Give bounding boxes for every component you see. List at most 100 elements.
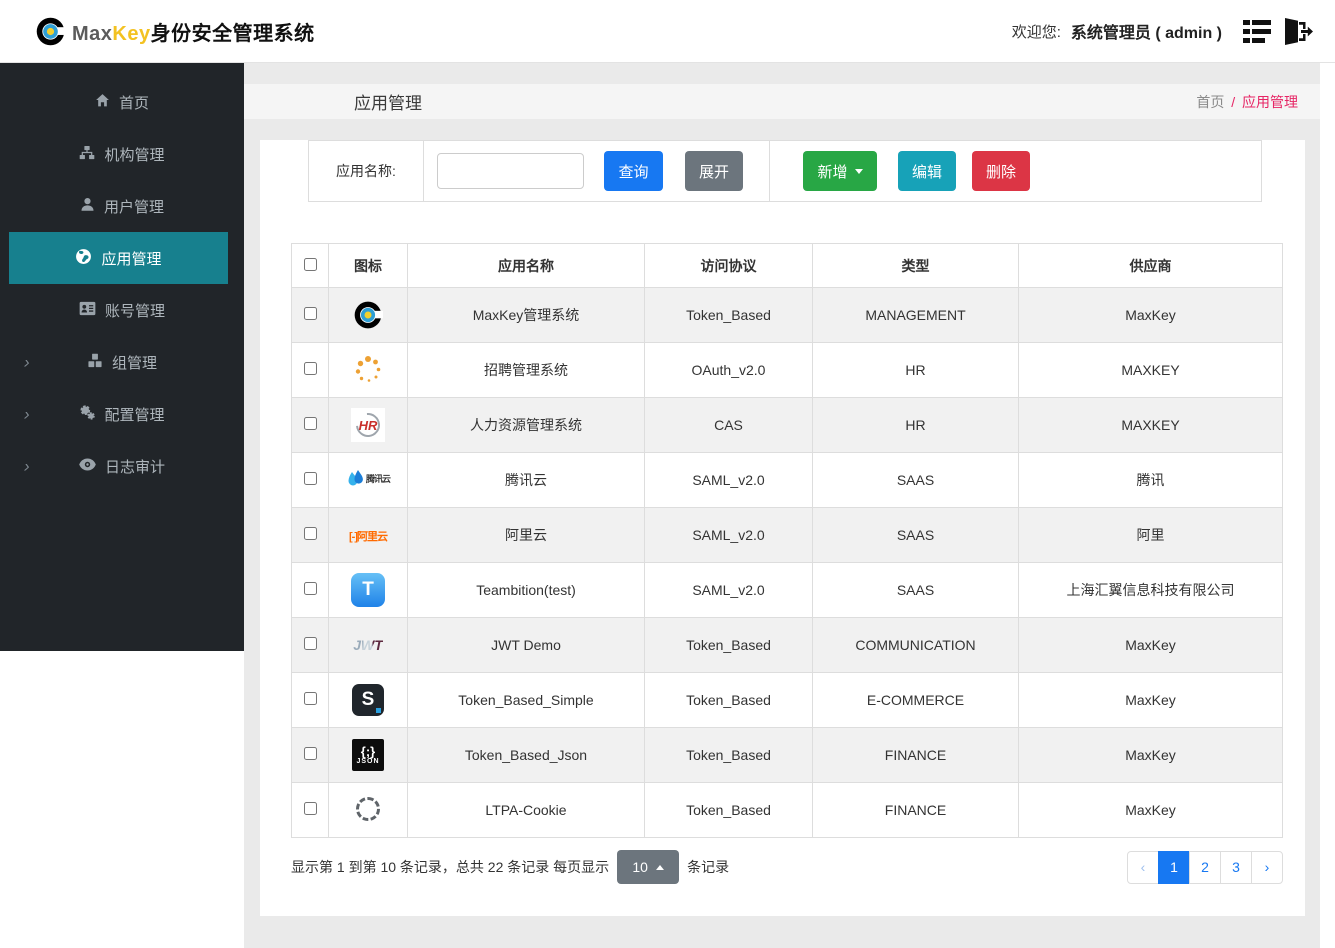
row-checkbox[interactable] (303, 472, 317, 485)
recruit-spinner-icon (352, 354, 384, 386)
ltpa-crosshair-icon (356, 796, 380, 821)
chevron-right-icon (24, 458, 30, 475)
apps-table: 图标 应用名称 访问协议 类型 供应商 MaxKey管理系统 Token_Bas… (291, 243, 1283, 838)
app-name-cell: MaxKey管理系统 (407, 287, 645, 343)
caret-up-icon (655, 864, 664, 870)
page-button-2[interactable]: 2 (1189, 850, 1221, 884)
edit-button[interactable]: 编辑 (898, 151, 956, 191)
current-user-name: 系统管理员 ( admin ) (1070, 25, 1222, 42)
protocol-cell: Token_Based (644, 727, 813, 783)
vendor-cell: MaxKey (1018, 287, 1283, 343)
sidebar-item-groups[interactable]: 组管理 (0, 336, 244, 388)
breadcrumb-separator: / (1231, 93, 1236, 110)
row-checkbox[interactable] (303, 307, 317, 320)
cubes-icon (87, 353, 103, 372)
table-row[interactable]: MaxKey管理系统 Token_Based MANAGEMENT MaxKey (291, 287, 1283, 343)
page-button-3[interactable]: 3 (1220, 850, 1252, 884)
sitemap-icon (79, 145, 95, 164)
sidebar-item-apps[interactable]: 应用管理 (9, 232, 228, 284)
app-name-cell: 招聘管理系统 (407, 342, 645, 398)
expand-button[interactable]: 展开 (685, 151, 743, 191)
breadcrumb-home-link[interactable]: 首页 (1196, 94, 1224, 110)
vendor-cell: MaxKey (1018, 782, 1283, 838)
pagination-summary: 显示第 1 到第 10 条记录，总共 22 条记录 每页显示 (291, 859, 610, 875)
table-row[interactable]: S Token_Based_Simple Token_Based E-COMME… (291, 672, 1283, 728)
type-cell: FINANCE (812, 727, 1019, 783)
table-header-row: 图标 应用名称 访问协议 类型 供应商 (291, 243, 1283, 288)
select-all-cell (291, 243, 329, 288)
next-page-button[interactable]: › (1251, 850, 1283, 884)
protocol-cell: Token_Based (644, 782, 813, 838)
type-cell: E-COMMERCE (812, 672, 1019, 728)
sidebar-item-accounts[interactable]: 账号管理 (0, 284, 244, 336)
prev-page-button[interactable]: ‹ (1127, 850, 1159, 884)
gears-icon (79, 404, 96, 424)
vendor-cell: 腾讯 (1018, 452, 1283, 508)
query-button[interactable]: 查询 (604, 151, 663, 191)
page-button-1[interactable]: 1 (1158, 850, 1190, 884)
tencent-cloud-logo-icon: 腾讯云 (346, 469, 391, 489)
delete-button[interactable]: 删除 (972, 151, 1030, 191)
brand-logo[interactable]: MaxKey身份安全管理系统 (35, 16, 315, 47)
table-row[interactable]: {;} JSON Token_Based_Json Token_Based FIN… (291, 727, 1283, 783)
app-name-cell: LTPA-Cookie (407, 782, 645, 838)
protocol-cell: SAML_v2.0 (644, 562, 813, 618)
sidebar-item-org[interactable]: 机构管理 (0, 128, 244, 180)
list-icon[interactable] (1242, 18, 1272, 45)
column-header-vendor: 供应商 (1018, 243, 1283, 288)
protocol-cell: SAML_v2.0 (644, 452, 813, 508)
type-cell: MANAGEMENT (812, 287, 1019, 343)
page-size-dropdown[interactable]: 10 (617, 850, 680, 884)
table-row[interactable]: 腾讯云 腾讯云 SAML_v2.0 SAAS 腾讯 (291, 452, 1283, 508)
select-all-checkbox[interactable] (303, 257, 317, 271)
welcome-label: 欢迎您: (1011, 23, 1061, 41)
add-button[interactable]: 新增 (803, 151, 877, 191)
row-checkbox[interactable] (303, 637, 317, 650)
vendor-cell: 阿里 (1018, 507, 1283, 563)
app-name-input[interactable] (437, 153, 584, 189)
protocol-cell: Token_Based (644, 672, 813, 728)
row-checkbox[interactable] (303, 582, 317, 595)
vendor-cell: MaxKey (1018, 617, 1283, 673)
maxkey-logo-icon (35, 16, 66, 47)
table-row[interactable]: JWT JWT Demo Token_Based COMMUNICATION M… (291, 617, 1283, 673)
type-cell: HR (812, 342, 1019, 398)
pagination-controls: ‹ 1 2 3 › (1127, 850, 1283, 884)
maxkey-admin-page: MaxKey身份安全管理系统 欢迎您: 系统管理员 ( admin ) 首页 机… (0, 0, 1335, 948)
type-cell: SAAS (812, 562, 1019, 618)
app-name-cell: 人力资源管理系统 (407, 397, 645, 453)
logout-icon[interactable] (1282, 17, 1313, 46)
pagination-bar: 显示第 1 到第 10 条记录，总共 22 条记录 每页显示 10 条记录 ‹ … (291, 850, 1283, 884)
breadcrumb: 首页 / 应用管理 (1196, 92, 1298, 112)
type-cell: SAAS (812, 507, 1019, 563)
table-row[interactable]: HR 人力资源管理系统 CAS HR MAXKEY (291, 397, 1283, 453)
sidebar-item-audit[interactable]: 日志审计 (0, 440, 244, 492)
table-row[interactable]: [-]阿里云 阿里云 SAML_v2.0 SAAS 阿里 (291, 507, 1283, 563)
column-header-name: 应用名称 (407, 243, 645, 288)
vendor-cell: MaxKey (1018, 727, 1283, 783)
table-row[interactable]: T Teambition(test) SAML_v2.0 SAAS 上海汇翼信息… (291, 562, 1283, 618)
row-checkbox[interactable] (303, 692, 317, 705)
page-header: 应用管理 首页 / 应用管理 (244, 84, 1320, 119)
chevron-right-icon (24, 406, 30, 423)
sidebar-menu: 首页 机构管理 用户管理 应用管理 账号管理 › 组管理 › 配置管理 › 日志… (0, 63, 244, 651)
sidebar-item-users[interactable]: 用户管理 (0, 180, 244, 232)
row-checkbox[interactable] (303, 417, 317, 430)
json-logo-icon: {;} JSON (352, 739, 384, 771)
row-checkbox[interactable] (303, 747, 317, 760)
protocol-cell: SAML_v2.0 (644, 507, 813, 563)
eye-icon (79, 458, 96, 475)
row-checkbox[interactable] (303, 527, 317, 540)
type-cell: SAAS (812, 452, 1019, 508)
table-row[interactable]: LTPA-Cookie Token_Based FINANCE MaxKey (291, 782, 1283, 838)
table-row[interactable]: 招聘管理系统 OAuth_v2.0 HR MAXKEY (291, 342, 1283, 398)
row-checkbox[interactable] (303, 362, 317, 375)
toolbar-divider (769, 141, 770, 201)
sidebar-item-home[interactable]: 首页 (0, 76, 244, 128)
column-header-icon: 图标 (328, 243, 408, 288)
sidebar-item-config[interactable]: 配置管理 (0, 388, 244, 440)
row-checkbox[interactable] (303, 802, 317, 815)
content-card: 应用名称: 查询 展开 新增 编辑 删除 图标 应用名称 访问协议 类型 供应商… (260, 140, 1305, 916)
type-cell: FINANCE (812, 782, 1019, 838)
column-header-type: 类型 (812, 243, 1019, 288)
